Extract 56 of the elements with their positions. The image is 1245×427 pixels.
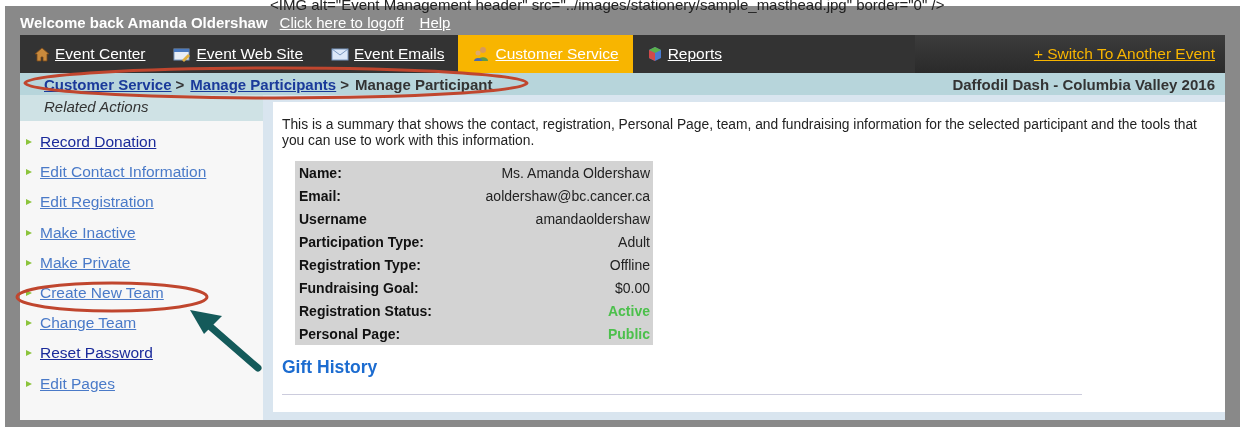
bullet-icon [26, 169, 32, 176]
house-icon [34, 46, 50, 62]
intro-text: This is a summary that shows the contact, registration, Personal Page, team, and fundraising information for the selected participant and the tools that you can use to work with this information. [282, 117, 1198, 149]
bullet-icon [26, 139, 32, 146]
action-link[interactable]: Edit Registration [40, 193, 154, 212]
action-link[interactable]: Change Team [40, 314, 137, 333]
action-link[interactable]: Reset Password [40, 344, 153, 363]
envelope-icon [331, 47, 350, 61]
bullet-icon [26, 199, 32, 206]
nav-tab[interactable]: Event Center [20, 35, 160, 73]
field-label: Username [295, 207, 467, 230]
welcome-text: Welcome back Amanda Oldershaw [20, 14, 268, 31]
field-label: Registration Status: [295, 299, 467, 322]
section-heading: Gift History [282, 357, 379, 378]
field-label: Registration Type: [295, 253, 467, 276]
action-link[interactable]: Make Inactive [40, 223, 136, 242]
nav-tab[interactable]: Event Web Site [159, 35, 318, 73]
field-value: Public [467, 322, 653, 345]
action-link[interactable]: Edit Contact Information [40, 163, 207, 182]
webpage-icon [173, 46, 192, 62]
field-label: Fundraising Goal: [295, 276, 467, 299]
bullet-icon [26, 290, 32, 297]
bullet-icon [26, 380, 32, 387]
bullet-icon [26, 259, 32, 266]
action-link[interactable]: Edit Pages [40, 374, 115, 393]
event-name: Daffodil Dash - Columbia Valley 2016 [952, 75, 1215, 93]
action-link[interactable]: Record Donation [40, 133, 157, 152]
nav-tab[interactable]: Reports [632, 35, 736, 73]
breadcrumb-link[interactable]: Manage Participants [190, 75, 337, 93]
field-value: Adult [467, 230, 653, 253]
field-label: Personal Page: [295, 322, 467, 345]
sidebar-title: Related Actions [20, 95, 263, 121]
people-icon [472, 46, 491, 62]
field-value: amandaoldershaw [467, 207, 653, 230]
breadcrumb-link[interactable]: Customer Service [44, 75, 172, 93]
bullet-icon [26, 229, 32, 236]
cube-icon [646, 46, 663, 62]
header-link[interactable]: Help [419, 14, 451, 31]
breadcrumb-separator: > [175, 75, 185, 93]
field-label: Email: [295, 184, 467, 207]
bullet-icon [26, 320, 32, 327]
bullet-icon [26, 350, 32, 357]
field-value: aoldershaw@bc.cancer.ca [467, 184, 653, 207]
nav-tab[interactable]: Event Emails [317, 35, 459, 73]
field-value: Offline [467, 253, 653, 276]
pointer-arrow [190, 310, 262, 372]
field-value: $0.00 [467, 276, 653, 299]
breadcrumb-current: Manage Participant [355, 75, 493, 93]
breadcrumb-separator: > [340, 75, 349, 93]
header-link[interactable]: Click here to logoff [279, 14, 404, 31]
action-link[interactable]: Make Private [40, 253, 131, 272]
action-link[interactable]: Create New Team [40, 284, 164, 303]
field-value: Ms. Amanda Oldershaw [467, 161, 653, 184]
field-label: Name: [295, 161, 467, 184]
field-value: Active [467, 299, 653, 322]
field-label: Participation Type: [295, 230, 467, 253]
